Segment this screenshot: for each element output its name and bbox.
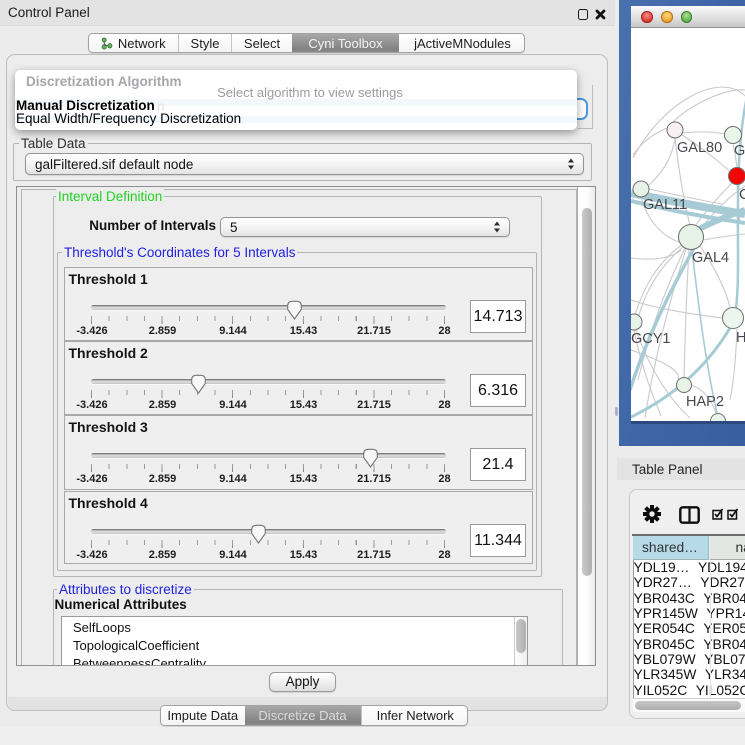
svg-text:GCY1: GCY1 bbox=[631, 331, 671, 347]
svg-text:GAL4: GAL4 bbox=[692, 250, 729, 266]
svg-text:GAL80: GAL80 bbox=[677, 140, 722, 156]
svg-text:GAL3: GAL3 bbox=[734, 143, 745, 159]
svg-text:H: H bbox=[736, 330, 745, 346]
svg-text:GAL11: GAL11 bbox=[643, 197, 687, 213]
svg-text:CD: CD bbox=[739, 187, 745, 203]
svg-text:HAP2: HAP2 bbox=[686, 394, 724, 410]
